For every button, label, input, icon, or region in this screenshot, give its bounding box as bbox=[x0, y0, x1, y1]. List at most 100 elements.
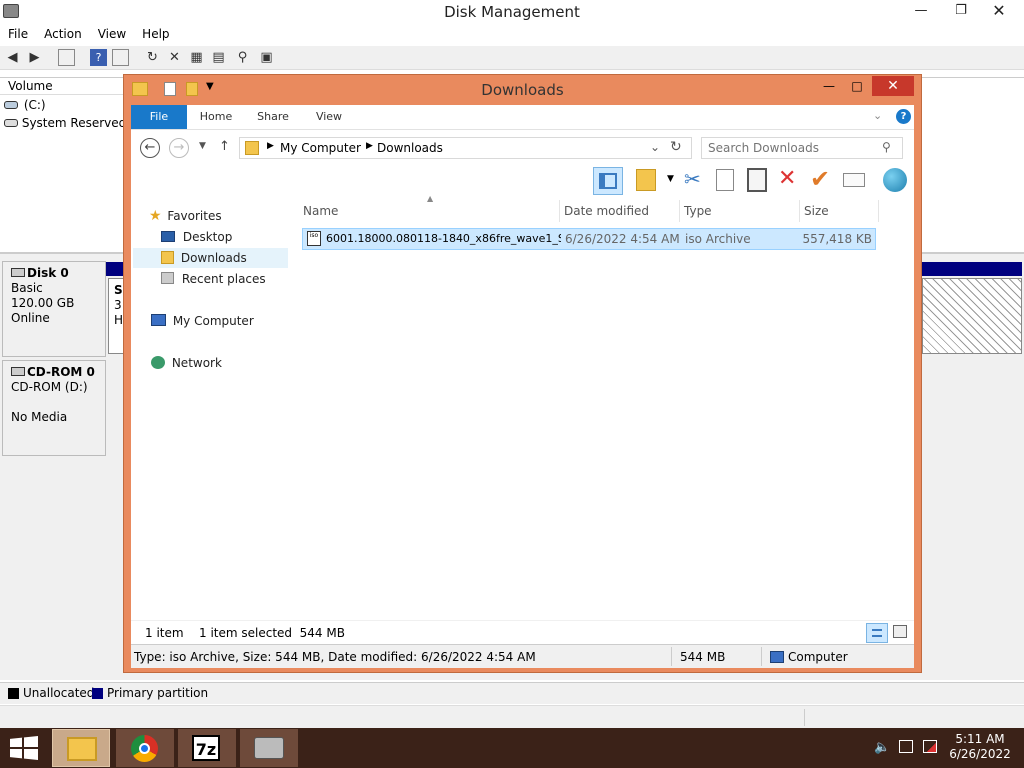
start-button[interactable] bbox=[10, 736, 38, 760]
nav-desktop[interactable]: Desktop bbox=[161, 227, 289, 247]
restore-button[interactable]: ❐ bbox=[944, 0, 978, 22]
recent-locations-icon[interactable]: ▼ bbox=[199, 141, 206, 151]
computer-icon bbox=[151, 314, 166, 326]
refresh-icon[interactable]: ↻ bbox=[670, 139, 682, 155]
new-folder-icon[interactable] bbox=[636, 169, 656, 191]
nav-label: My Computer bbox=[172, 314, 254, 328]
open-folder-icon[interactable]: ▤ bbox=[210, 49, 227, 66]
disk-management-app-icon bbox=[3, 4, 19, 18]
settings-icon[interactable]: ▦ bbox=[188, 49, 205, 66]
navigation-pane: ★ Favorites Desktop Downloads Recent pla… bbox=[131, 198, 289, 620]
clock-date: 6/26/2022 bbox=[949, 747, 1011, 761]
primary-swatch bbox=[92, 688, 103, 699]
help-icon[interactable]: ? bbox=[90, 49, 107, 66]
ribbon-tabs: File Home Share View ⌄ ? bbox=[131, 105, 914, 130]
preview-pane-button[interactable] bbox=[593, 167, 623, 195]
tab-home[interactable]: Home bbox=[191, 105, 241, 129]
back-button[interactable]: ← bbox=[140, 138, 160, 158]
close-button[interactable]: ✕ bbox=[872, 76, 914, 96]
menu-view[interactable]: View bbox=[90, 24, 134, 44]
disk-0-label[interactable]: Disk 0 Basic 120.00 GB Online bbox=[2, 261, 106, 357]
file-row[interactable]: iso 6001.18000.080118-1840_x86fre_wave1_… bbox=[302, 228, 876, 250]
properties-icon[interactable] bbox=[112, 49, 129, 66]
globe-icon[interactable] bbox=[883, 168, 907, 192]
back-arrow-icon[interactable]: ◀ bbox=[4, 49, 21, 66]
breadcrumb-separator: ▶ bbox=[267, 141, 274, 151]
menu-action[interactable]: Action bbox=[36, 24, 90, 44]
console-tree-icon[interactable] bbox=[58, 49, 75, 66]
nav-downloads[interactable]: Downloads bbox=[133, 248, 288, 268]
taskbar-chrome[interactable] bbox=[116, 729, 174, 767]
breadcrumb-my-computer[interactable]: My Computer bbox=[280, 141, 361, 155]
taskbar-disk-management[interactable] bbox=[240, 729, 298, 767]
delete-icon[interactable]: ✕ bbox=[166, 49, 183, 66]
delete-icon[interactable]: ✕ bbox=[778, 166, 796, 191]
legend: Unallocated Primary partition bbox=[0, 682, 1024, 704]
unallocated-partition[interactable] bbox=[922, 278, 1022, 354]
disk-size bbox=[11, 395, 97, 410]
address-dropdown-icon[interactable]: ⌄ bbox=[650, 140, 660, 154]
search-icon[interactable]: ⚲ bbox=[882, 140, 891, 154]
new-folder-dropdown-icon[interactable]: ▼ bbox=[667, 174, 674, 184]
disk-size: 120.00 GB bbox=[11, 296, 75, 310]
nav-network[interactable]: Network bbox=[151, 353, 289, 373]
close-button[interactable]: ✕ bbox=[982, 0, 1016, 22]
minimize-button[interactable]: — bbox=[816, 76, 842, 98]
nav-favorites[interactable]: ★ Favorites bbox=[149, 206, 289, 226]
tab-file[interactable]: File bbox=[131, 105, 187, 129]
cdrom-0-label[interactable]: CD-ROM 0 CD-ROM (D:) No Media bbox=[2, 360, 106, 456]
rename-check-icon[interactable]: ✔ bbox=[810, 165, 830, 193]
details-location: Computer bbox=[788, 650, 848, 664]
command-toolbar: ▼ ✂ ✕ ✔ bbox=[131, 164, 914, 198]
properties-icon[interactable] bbox=[843, 173, 865, 187]
action-center-icon[interactable] bbox=[923, 740, 937, 753]
up-button[interactable]: ↑ bbox=[219, 139, 230, 154]
search-box[interactable]: ⚲ bbox=[701, 137, 903, 159]
network-icon[interactable] bbox=[899, 740, 913, 753]
cut-icon[interactable]: ✂ bbox=[684, 167, 701, 191]
nav-recent-places[interactable]: Recent places bbox=[161, 269, 289, 289]
tab-share[interactable]: Share bbox=[249, 105, 297, 129]
minimize-button[interactable]: — bbox=[904, 0, 938, 22]
menu-file[interactable]: File bbox=[0, 24, 36, 44]
volume-column-header[interactable]: Volume bbox=[0, 78, 130, 95]
nav-my-computer[interactable]: My Computer bbox=[151, 311, 289, 331]
address-bar[interactable]: ▶ My Computer ▶ Downloads ⌄ ↻ bbox=[239, 137, 692, 159]
tab-view[interactable]: View bbox=[306, 105, 352, 129]
windows-logo-icon bbox=[10, 736, 38, 760]
volume-row[interactable]: System Reserved bbox=[4, 115, 126, 131]
menu-help[interactable]: Help bbox=[134, 24, 177, 44]
refresh-icon[interactable]: ↻ bbox=[144, 49, 161, 66]
details-divider bbox=[671, 647, 672, 666]
details-view-button[interactable] bbox=[866, 623, 888, 643]
expand-ribbon-icon[interactable]: ⌄ bbox=[873, 109, 882, 122]
copy-icon[interactable] bbox=[716, 169, 734, 191]
search-icon[interactable]: ⚲ bbox=[234, 49, 251, 66]
network-icon bbox=[151, 356, 165, 369]
column-name[interactable]: Name bbox=[299, 200, 560, 222]
taskbar-file-explorer[interactable] bbox=[52, 729, 110, 767]
forward-button[interactable]: → bbox=[169, 138, 189, 158]
column-date-modified[interactable]: Date modified bbox=[560, 200, 680, 222]
volume-row[interactable]: (C:) bbox=[4, 97, 46, 113]
large-icons-view-button[interactable] bbox=[893, 625, 907, 638]
file-size: 557,418 KB bbox=[802, 232, 872, 246]
chrome-icon bbox=[131, 735, 158, 762]
disk-type: CD-ROM (D:) bbox=[11, 380, 88, 394]
help-icon[interactable]: ? bbox=[896, 109, 911, 124]
disk-icon[interactable]: ▣ bbox=[258, 49, 275, 66]
partition-status: H bbox=[114, 313, 124, 327]
star-icon: ★ bbox=[149, 208, 162, 224]
maximize-button[interactable]: □ bbox=[844, 76, 870, 98]
breadcrumb-downloads[interactable]: Downloads bbox=[377, 141, 443, 155]
forward-arrow-icon[interactable]: ▶ bbox=[26, 49, 43, 66]
column-size[interactable]: Size bbox=[800, 200, 879, 222]
volume-muted-icon[interactable]: 🔈 bbox=[874, 740, 890, 755]
clock[interactable]: 5:11 AM 6/26/2022 bbox=[945, 732, 1015, 762]
taskbar-7zip[interactable]: 7z bbox=[178, 729, 236, 767]
paste-icon[interactable] bbox=[747, 168, 767, 192]
file-name: 6001.18000.080118-1840_x86fre_wave1_Se..… bbox=[326, 232, 561, 245]
column-type[interactable]: Type bbox=[680, 200, 800, 222]
search-input[interactable] bbox=[708, 140, 876, 156]
window-title: Disk Management bbox=[444, 3, 580, 21]
